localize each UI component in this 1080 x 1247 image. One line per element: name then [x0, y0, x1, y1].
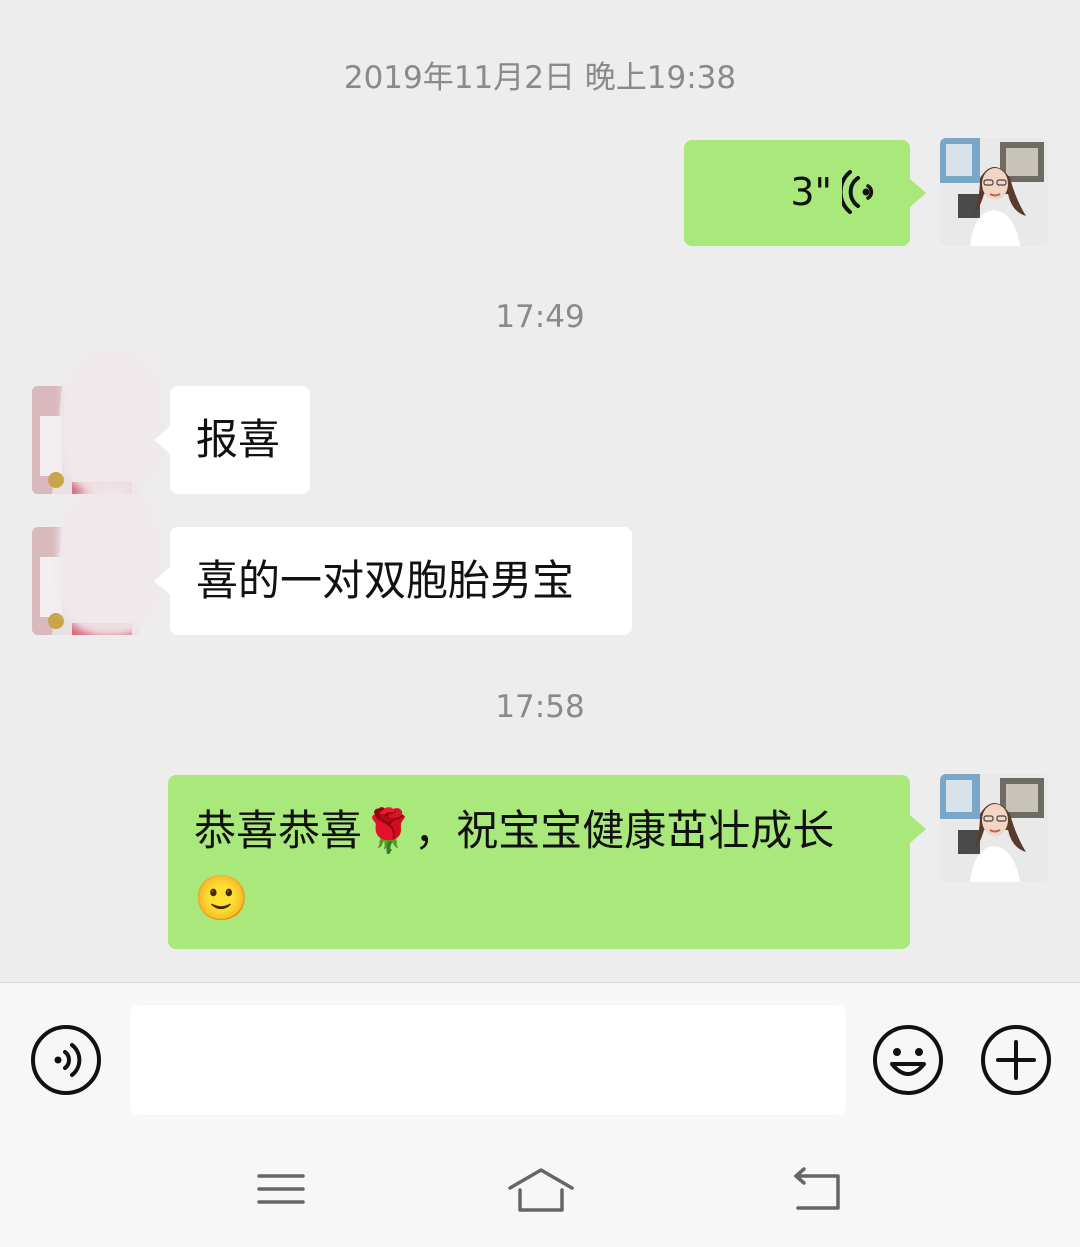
sent-message-bubble[interactable]: 恭喜恭喜🌹，祝宝宝健康茁壮成长 🙂: [168, 775, 910, 949]
message-text: 报喜: [196, 415, 281, 464]
bubble-tail: [910, 815, 926, 843]
smile-emoji-icon: 🙂: [194, 873, 249, 924]
received-message-bubble[interactable]: 喜的一对双胞胎男宝: [170, 527, 632, 635]
doctor-avatar-image: [940, 138, 1048, 246]
privacy-blur: [58, 488, 162, 636]
message-input[interactable]: [130, 1005, 846, 1115]
input-bar: [0, 982, 1080, 1133]
bubble-tail: [154, 426, 170, 454]
menu-icon[interactable]: [246, 1164, 316, 1214]
voice-wave-icon: [842, 170, 874, 214]
avatar[interactable]: [940, 774, 1048, 882]
avatar[interactable]: [940, 138, 1048, 246]
message-text: 恭喜恭喜🌹，祝宝宝健康茁壮成长: [194, 806, 835, 855]
voice-duration: 3": [790, 170, 832, 214]
bubble-tail: [154, 567, 170, 595]
back-icon[interactable]: [784, 1164, 854, 1214]
message-text: 喜的一对双胞胎男宝: [196, 556, 575, 605]
voice-message-bubble[interactable]: 3": [684, 140, 910, 246]
timestamp: 2019年11月2日 晚上19:38: [343, 60, 737, 96]
bubble-tail: [910, 179, 926, 207]
received-message-bubble[interactable]: 报喜: [170, 386, 310, 494]
system-nav-bar: [0, 1132, 1080, 1247]
privacy-blur: [62, 348, 164, 498]
emoji-icon[interactable]: [872, 1024, 944, 1096]
voice-icon[interactable]: [30, 1024, 102, 1096]
plus-icon[interactable]: [980, 1024, 1052, 1096]
home-icon[interactable]: [506, 1164, 576, 1214]
timestamp: 17:49: [495, 299, 585, 335]
timestamp: 17:58: [495, 689, 585, 725]
doctor-avatar-image: [940, 774, 1048, 882]
chat-area[interactable]: 2019年11月2日 晚上19:38 3" 17:49 报喜 喜的一对双胞胎男宝…: [0, 0, 1080, 982]
